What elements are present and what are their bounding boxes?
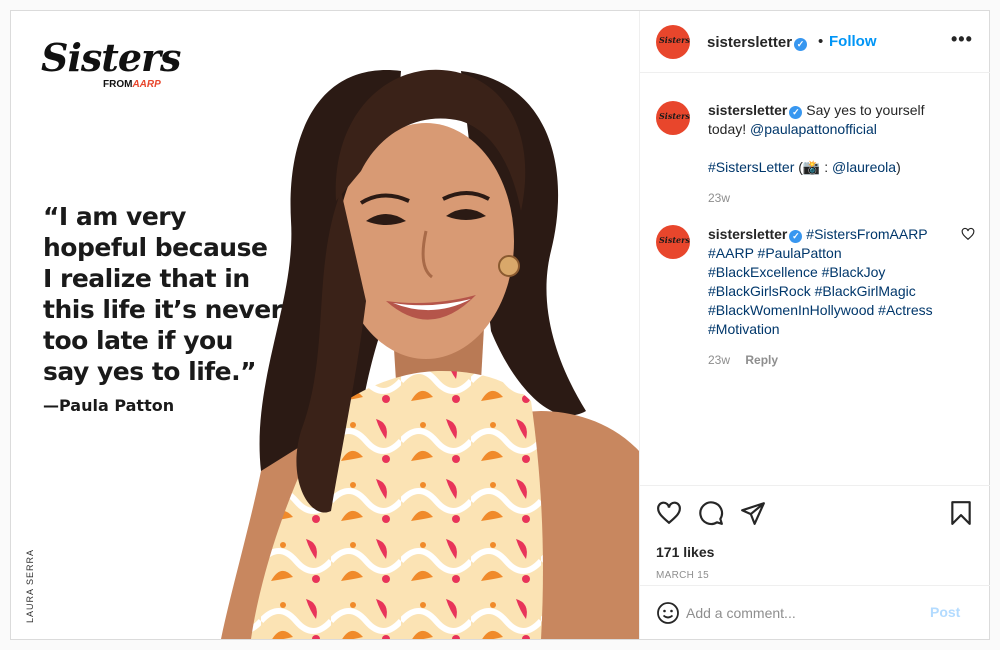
hashtags-link[interactable]: #SistersFromAARP #AARP #PaulaPatton #Bla…: [708, 226, 933, 337]
action-bar: 171 likes MARCH 15: [640, 485, 990, 585]
earring: [498, 255, 520, 277]
verified-badge-icon: ✓: [789, 230, 803, 243]
credit-open: (📸 :: [798, 159, 829, 175]
comment-username[interactable]: sistersletter: [708, 226, 787, 242]
hashtag-link[interactable]: #SistersLetter: [708, 159, 794, 175]
comment-body: sistersletter ✓ Say yes to yourself today…: [708, 101, 954, 208]
comment-meta: 23w: [708, 189, 954, 208]
comment-input[interactable]: [686, 600, 926, 626]
post-sidebar: Sisters sistersletter ✓ • Follow ••• Sist…: [639, 11, 990, 639]
add-comment-bar: Post: [640, 585, 990, 639]
brand-aarp: AARP: [132, 79, 161, 90]
post-date[interactable]: MARCH 15: [656, 570, 709, 581]
emoji-icon[interactable]: [656, 601, 680, 625]
credit-close: ): [896, 159, 901, 175]
quote-author: —Paula Patton: [43, 396, 175, 415]
save-bookmark-icon[interactable]: [948, 500, 974, 526]
instagram-post: Sisters FROMAARP “I am very hopeful beca…: [10, 10, 990, 640]
comment-meta: 23w Reply: [708, 351, 954, 370]
like-heart-icon[interactable]: [656, 500, 682, 526]
avatar-text: Sisters: [659, 235, 690, 245]
comment-time[interactable]: 23w: [708, 353, 730, 367]
caption-comment: Sisters sistersletter ✓ Say yes to yourse…: [656, 101, 976, 211]
like-comment-heart-icon[interactable]: [961, 227, 975, 241]
separator-dot: •: [818, 33, 824, 50]
likes-count[interactable]: 171 likes: [656, 544, 714, 560]
artist-credit: LAURA SERRA: [25, 548, 35, 623]
header-username[interactable]: sistersletter ✓: [707, 34, 808, 51]
brand-wordmark: Sisters: [41, 35, 181, 80]
post-image[interactable]: Sisters FROMAARP “I am very hopeful beca…: [11, 11, 639, 639]
avatar-text: Sisters: [659, 35, 690, 45]
post-comment-button[interactable]: Post: [930, 604, 960, 620]
sisters-logo: Sisters FROMAARP: [41, 35, 181, 90]
comment-body: sistersletter ✓ #SistersFromAARP #AARP #P…: [708, 225, 954, 370]
avatar[interactable]: Sisters: [656, 101, 690, 135]
credit-mention-link[interactable]: @laureola: [832, 159, 896, 175]
mention-link[interactable]: @paulapattonofficial: [750, 121, 877, 137]
reply-button[interactable]: Reply: [745, 353, 778, 367]
comment-time[interactable]: 23w: [708, 191, 730, 205]
avatar[interactable]: Sisters: [656, 25, 690, 59]
portrait-illustration: [221, 69, 639, 639]
comment-username[interactable]: sistersletter: [708, 102, 787, 118]
verified-badge-icon: ✓: [789, 106, 803, 119]
verified-badge-icon: ✓: [794, 38, 808, 51]
brand-subline: FROMAARP: [103, 79, 161, 90]
share-send-icon[interactable]: [740, 500, 766, 526]
follow-button[interactable]: Follow: [829, 33, 877, 50]
comment-item: Sisters sistersletter ✓ #SistersFromAARP …: [656, 225, 976, 375]
username-text: sistersletter: [707, 34, 793, 51]
avatar-text: Sisters: [659, 111, 690, 121]
avatar[interactable]: Sisters: [656, 225, 690, 259]
post-header: Sisters sistersletter ✓ • Follow •••: [640, 11, 990, 73]
comment-bubble-icon[interactable]: [698, 500, 724, 526]
more-horizontal-icon[interactable]: •••: [951, 29, 973, 50]
comments-list: Sisters sistersletter ✓ Say yes to yourse…: [640, 73, 990, 485]
brand-from: FROM: [103, 79, 133, 90]
